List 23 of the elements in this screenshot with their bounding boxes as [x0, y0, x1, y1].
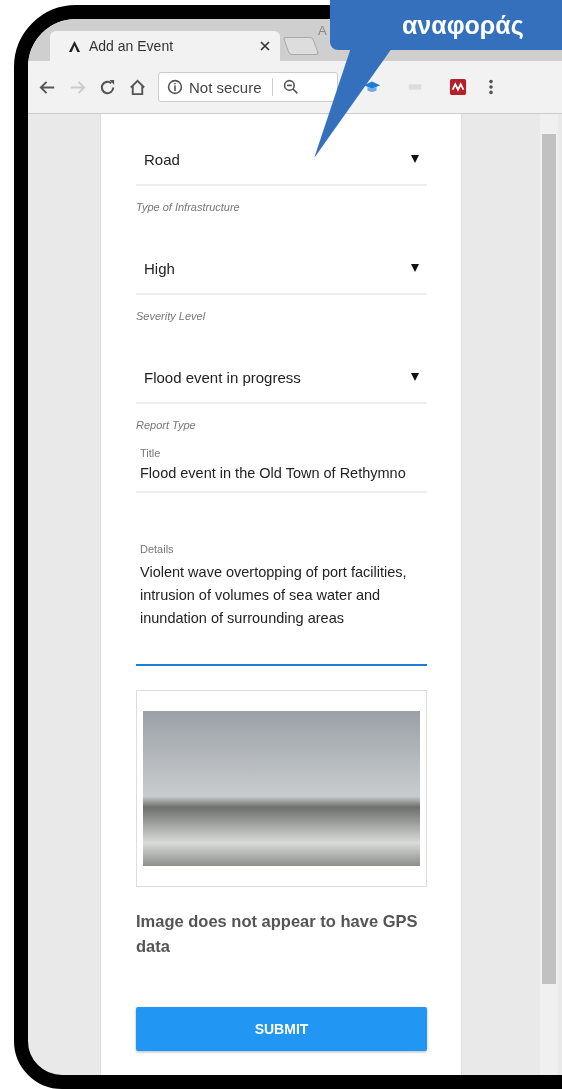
browser-tab[interactable]: Add an Event	[50, 31, 280, 61]
dropdown[interactable]: Flood event in progress	[136, 352, 427, 404]
menu-icon[interactable]	[488, 78, 494, 96]
scrollbar[interactable]	[540, 114, 558, 1075]
details-field[interactable]: Details Violent wave overtopping of port facilities, intrusion of volumes of sea water and inundation of surrounding areas	[136, 537, 427, 666]
window-title: A	[318, 23, 327, 38]
info-icon	[167, 79, 183, 95]
title-field[interactable]: Title Flood event in the Old Town of Rethymno	[136, 441, 427, 493]
caret-icon	[411, 155, 419, 163]
helper-text: Severity Level	[136, 310, 206, 322]
close-icon[interactable]	[260, 41, 270, 51]
helper-text: Type of Infrastructure	[136, 201, 240, 213]
caret-icon	[411, 264, 419, 272]
home-icon[interactable]	[128, 77, 147, 97]
caret-icon	[411, 373, 419, 381]
zoom-out-icon[interactable]	[282, 79, 299, 95]
triangle-logo-icon	[68, 39, 81, 53]
address-bar[interactable]: Not secure	[158, 72, 338, 102]
reload-icon[interactable]	[98, 77, 117, 97]
gps-message: Image does not appear to have GPS data	[136, 911, 419, 957]
helper-text: Report Type	[136, 419, 196, 431]
extension-icon[interactable]	[449, 78, 467, 96]
dropdown[interactable]: High	[136, 243, 427, 295]
